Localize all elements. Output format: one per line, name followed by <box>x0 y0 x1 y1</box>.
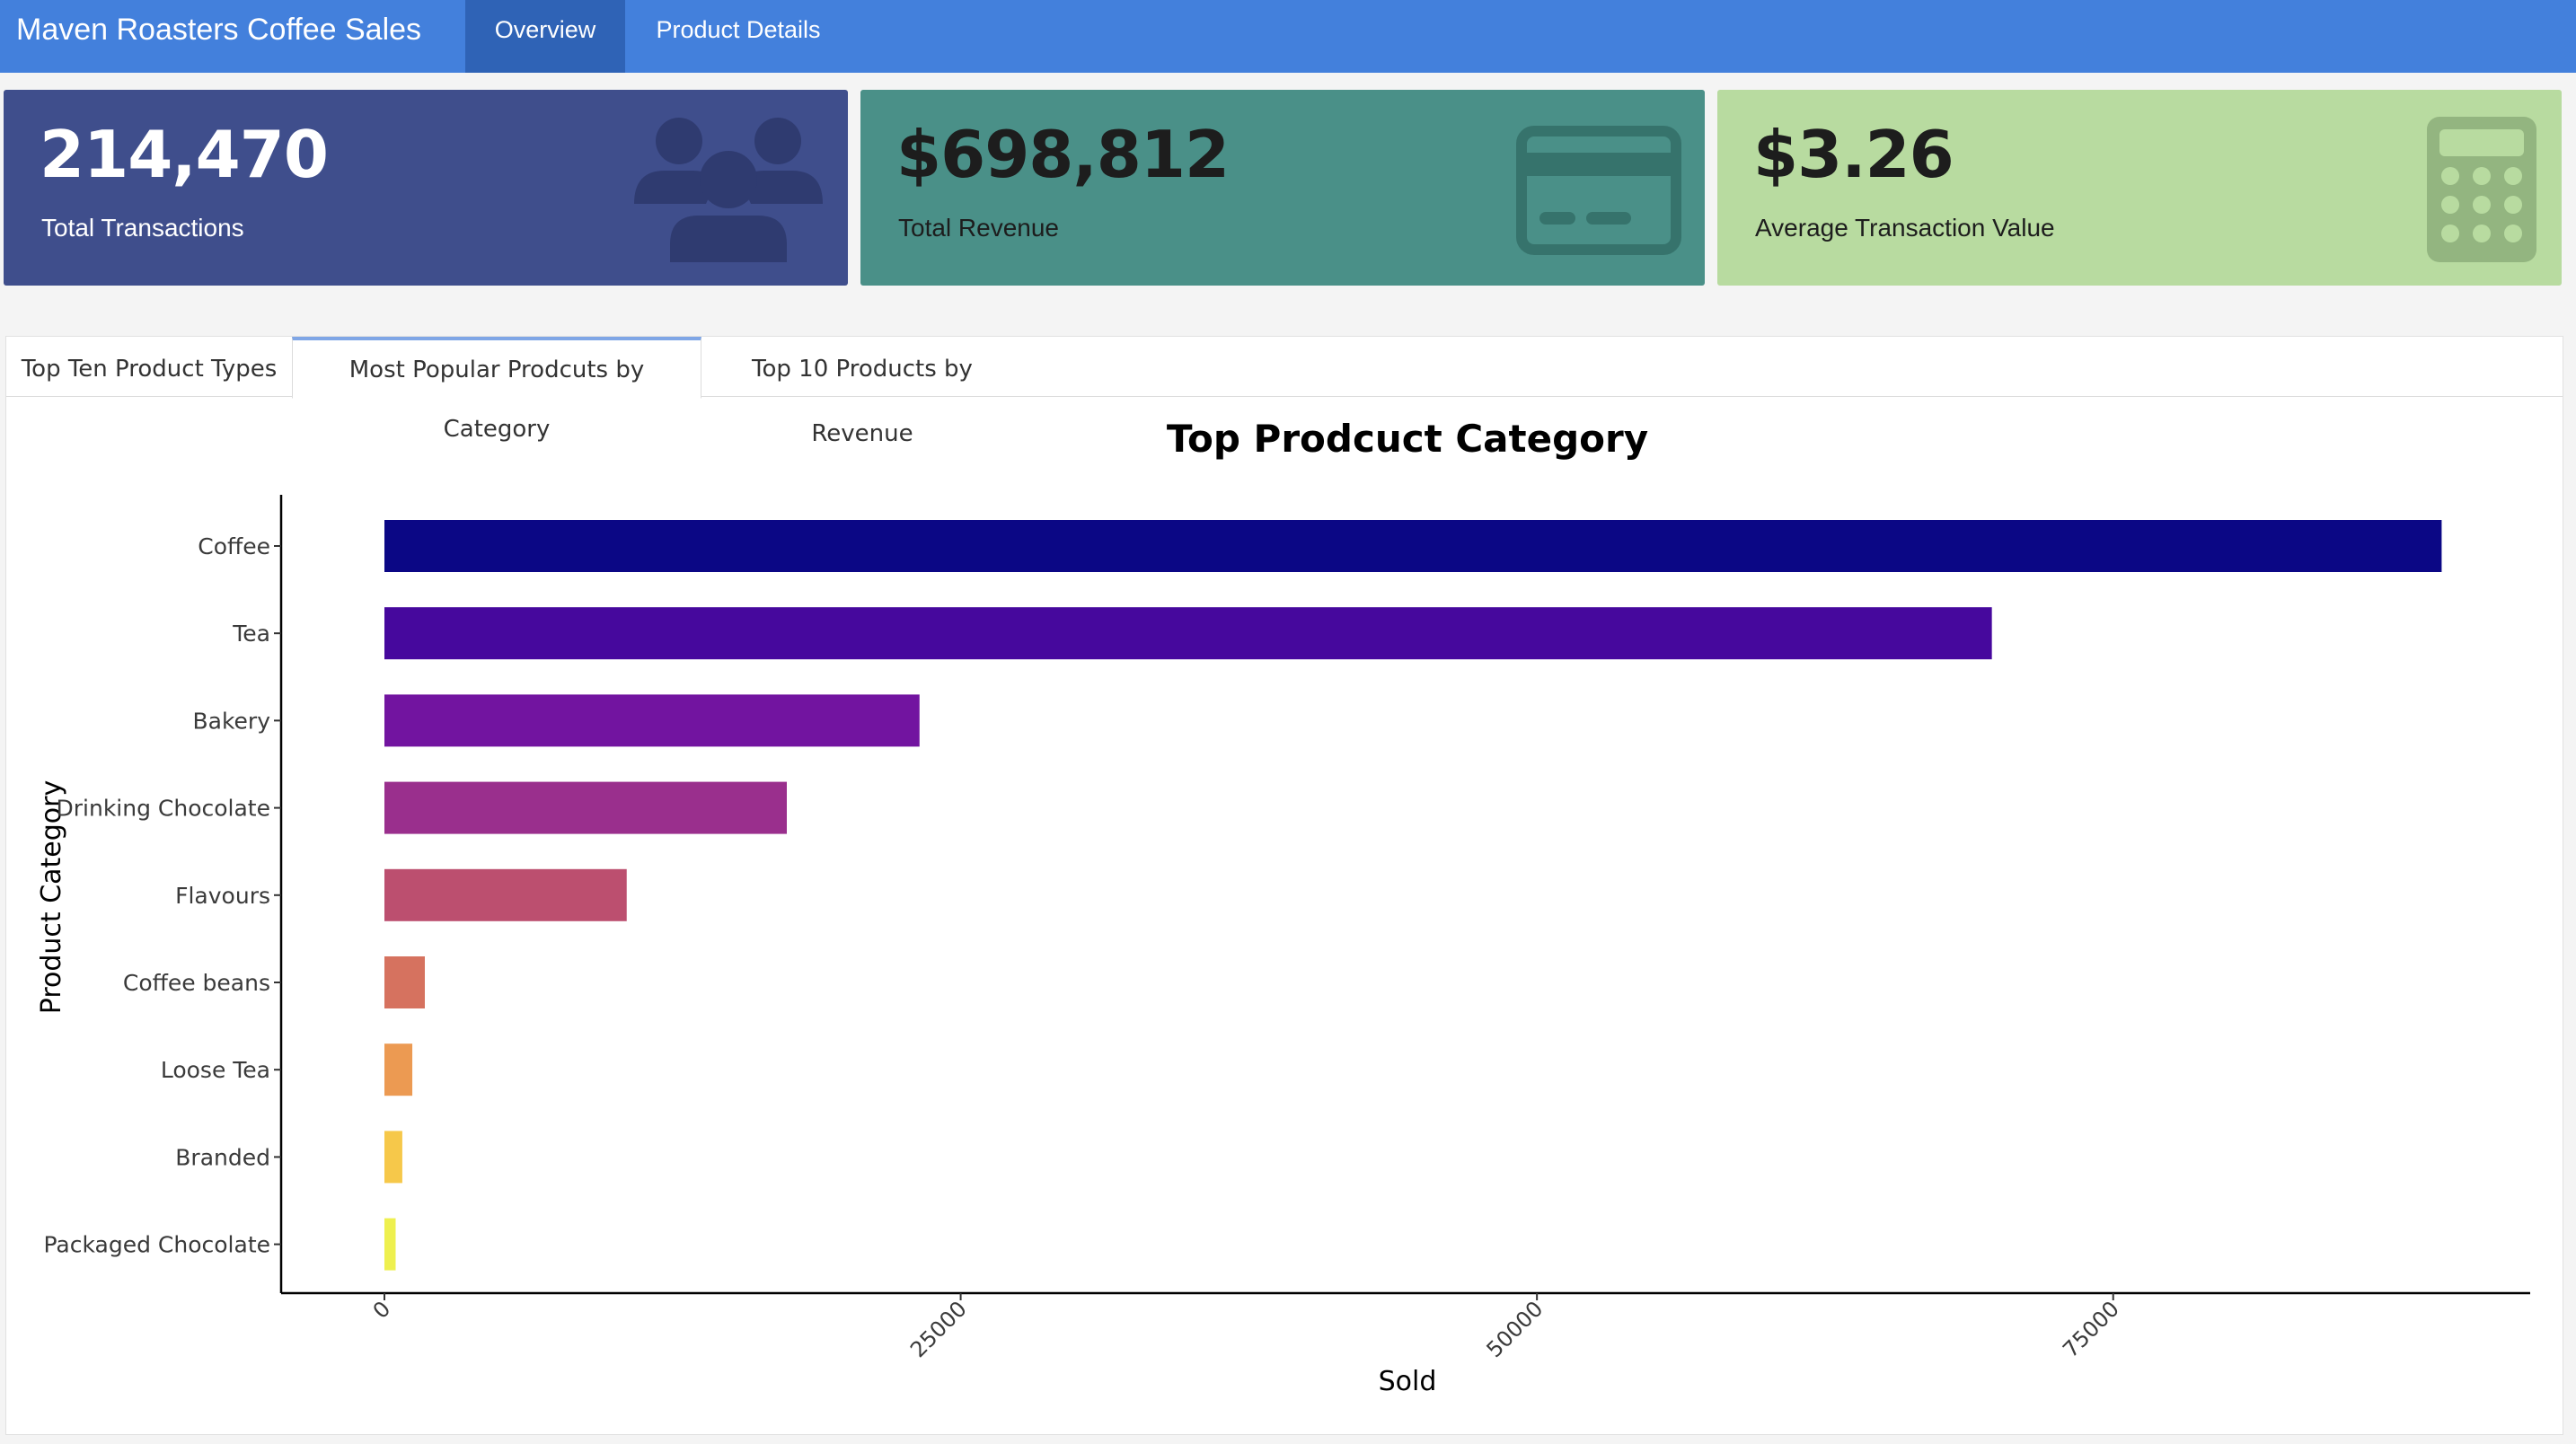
bar-flavours <box>384 868 627 921</box>
bar-branded <box>384 1131 402 1184</box>
tab-top-ten-product-types[interactable]: Top Ten Product Types <box>6 337 292 396</box>
credit-card-icon <box>1516 126 1681 260</box>
value-box-transactions: 214,470 Total Transactions <box>4 90 848 286</box>
bar-drinking-chocolate <box>384 781 787 834</box>
x-tick-label: 25000 <box>905 1296 972 1362</box>
tab-bar: Top Ten Product Types Most Popular Prodc… <box>6 337 2563 447</box>
y-tick-label: Packaged Chocolate <box>43 1232 270 1258</box>
x-axis-title: Sold <box>1379 1366 1437 1397</box>
top-navbar: Maven Roasters Coffee Sales Overview Pro… <box>0 0 2576 73</box>
x-tick-label: 75000 <box>2058 1296 2124 1362</box>
avg-transaction-value: $3.26 <box>1753 117 1954 192</box>
tab-top-10-products-by-revenue[interactable]: Top 10 Products by Revenue <box>701 337 1023 447</box>
total-transactions-value: 214,470 <box>40 117 329 192</box>
bar-coffee-beans <box>384 956 425 1008</box>
x-tick-label: 50000 <box>1482 1296 1548 1362</box>
value-box-revenue: $698,812 Total Revenue <box>860 90 1705 286</box>
avg-transaction-label: Average Transaction Value <box>1755 214 2055 242</box>
chart-title: Top Prodcuct Category <box>1167 417 1648 461</box>
y-tick-label: Bakery <box>192 708 270 734</box>
bar-bakery <box>384 694 920 747</box>
bar-tea <box>384 607 1992 660</box>
bar-loose-tea <box>384 1043 413 1096</box>
y-tick-label: Branded <box>175 1144 270 1170</box>
app-title: Maven Roasters Coffee Sales <box>16 13 422 47</box>
y-tick-label: Loose Tea <box>161 1057 270 1083</box>
y-tick-label: Coffee <box>198 533 270 559</box>
y-tick-label: Tea <box>232 621 270 647</box>
users-icon <box>634 110 823 267</box>
category-bar-chart: Top Prodcuct Category Product Category S… <box>36 417 2530 1397</box>
value-box-avg-transaction: $3.26 Average Transaction Value <box>1717 90 2562 286</box>
calculator-icon <box>2427 117 2536 267</box>
tabset-card: Top Ten Product Types Most Popular Prodc… <box>5 336 2563 1435</box>
total-revenue-value: $698,812 <box>896 117 1230 192</box>
y-tick-label: Coffee beans <box>123 970 270 996</box>
y-tick-label: Flavours <box>175 883 270 909</box>
bar-coffee <box>384 520 2442 572</box>
tab-most-popular-products-by-category[interactable]: Most Popular Prodcuts by Category <box>292 337 701 443</box>
total-transactions-label: Total Transactions <box>41 214 244 242</box>
total-revenue-label: Total Revenue <box>898 214 1060 242</box>
y-tick-label: Drinking Chocolate <box>57 796 271 822</box>
nav-tab-overview[interactable]: Overview <box>465 0 625 73</box>
x-tick-label: 0 <box>368 1296 396 1324</box>
bar-packaged-chocolate <box>384 1218 396 1271</box>
nav-tab-product-details[interactable]: Product Details <box>625 0 851 73</box>
